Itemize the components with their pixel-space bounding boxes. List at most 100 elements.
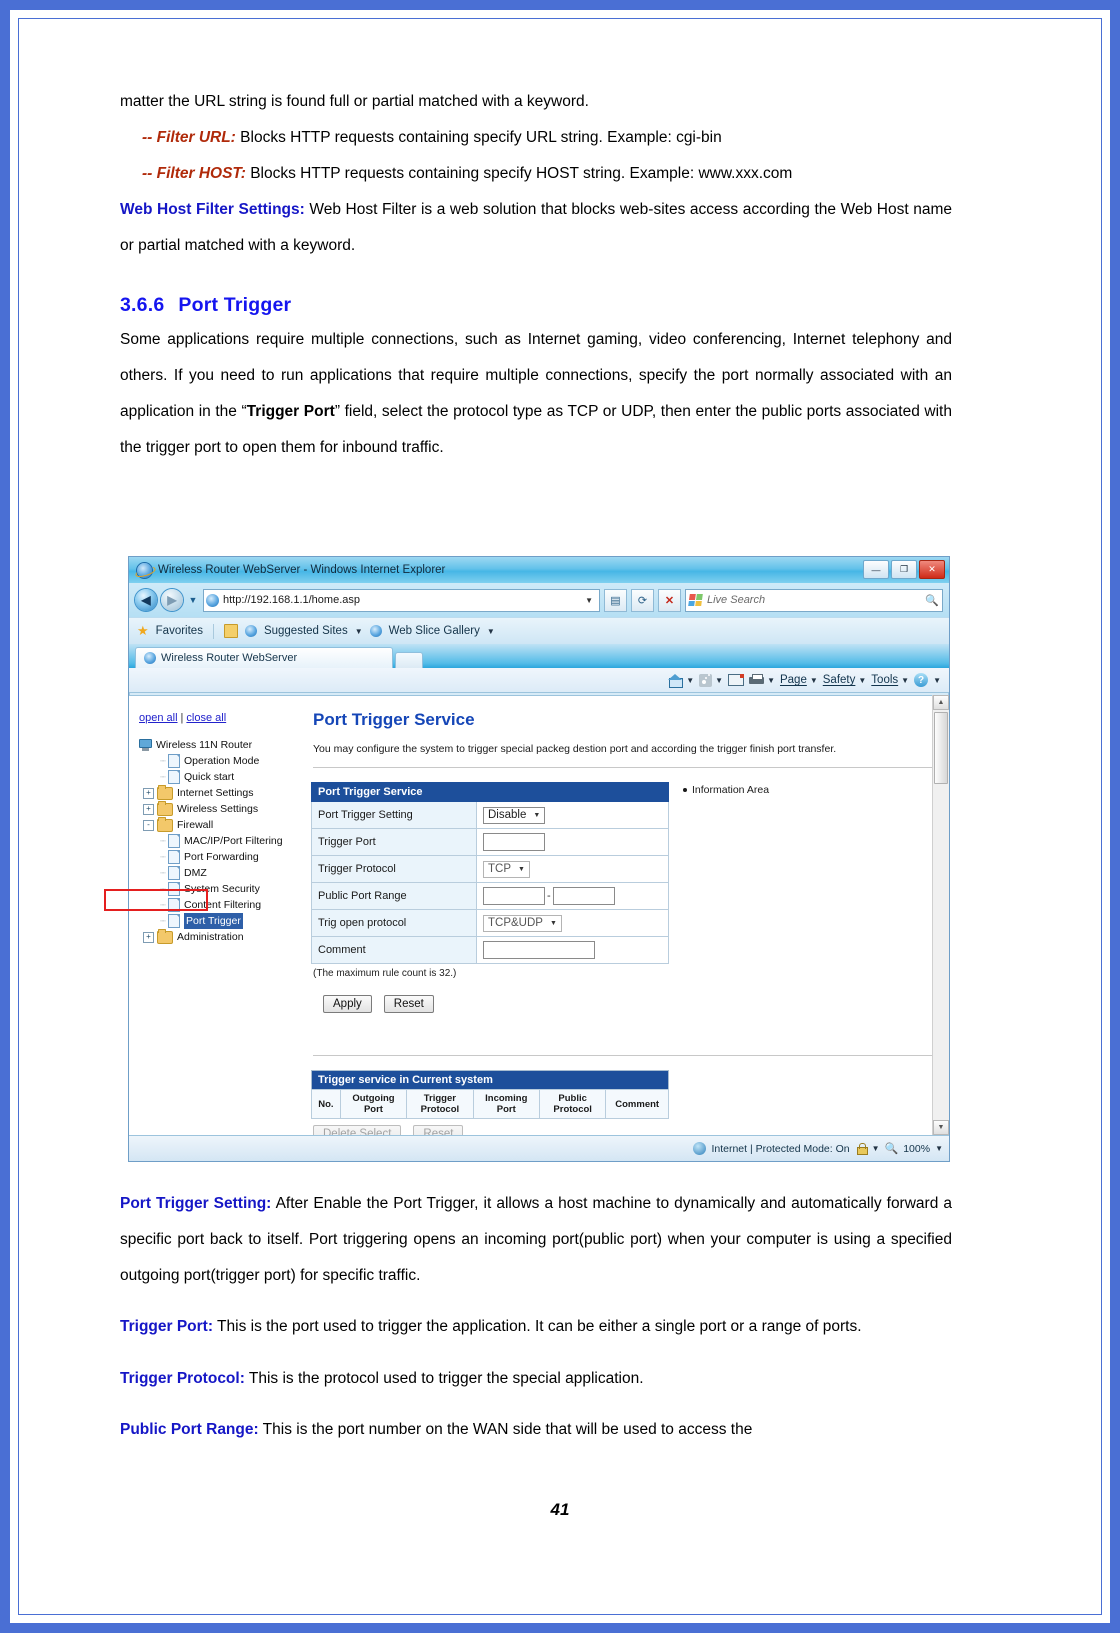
- favorites-bar: ★ Favorites Suggested Sites ▼ Web Slice …: [129, 617, 949, 644]
- scrollbar-thumb[interactable]: [934, 712, 948, 784]
- reset-button[interactable]: Reset: [383, 995, 434, 1013]
- apply-button[interactable]: Apply: [323, 995, 372, 1013]
- public-port-range-start-input[interactable]: [483, 887, 545, 905]
- tree-item-mac-ip-port-filtering[interactable]: ┈ MAC/IP/Port Filtering: [135, 833, 303, 849]
- open-all-link[interactable]: open all: [139, 712, 178, 724]
- frame-tick: [610, 0, 612, 10]
- field-value-cell: Disable ▼: [476, 801, 669, 829]
- tree-item-port-trigger[interactable]: ┈ Port Trigger: [135, 913, 303, 929]
- expander-plus-icon[interactable]: +: [143, 803, 154, 815]
- address-dropdown-icon[interactable]: ▼: [581, 596, 597, 605]
- home-caret-icon[interactable]: ▼: [686, 676, 694, 685]
- page-icon: [168, 770, 180, 784]
- section-number: 3.6.6: [120, 294, 165, 316]
- page-icon: [168, 914, 180, 928]
- browser-tab[interactable]: Wireless Router WebServer: [135, 647, 393, 668]
- refresh-icon[interactable]: ⟳: [631, 588, 654, 612]
- divider: [313, 767, 935, 768]
- page-menu-label: Page: [779, 674, 807, 686]
- suggested-sites-caret-icon[interactable]: ▼: [355, 627, 363, 636]
- public-port-range-end-input[interactable]: [552, 887, 615, 905]
- vertical-scrollbar[interactable]: ▲ ▼: [932, 695, 949, 1135]
- expander-minus-icon[interactable]: -: [143, 819, 154, 831]
- back-button[interactable]: ◀: [135, 589, 157, 611]
- stop-icon[interactable]: ✕: [658, 588, 681, 612]
- page-menu[interactable]: Page ▼: [780, 674, 818, 686]
- expander-plus-icon[interactable]: +: [143, 931, 154, 943]
- web-slice-gallery-label[interactable]: Web Slice Gallery: [389, 625, 480, 637]
- web-host-label: Web Host Filter Settings:: [120, 201, 305, 218]
- search-icon[interactable]: 🔍: [925, 594, 939, 607]
- zoom-control[interactable]: ▼ 🔍 100% ▼: [856, 1142, 943, 1155]
- form-and-info-row: Port Trigger Service Port Trigger Settin…: [311, 782, 949, 1013]
- expander-plus-icon[interactable]: +: [143, 787, 154, 799]
- favorites-label[interactable]: Favorites: [156, 625, 203, 637]
- maximize-button[interactable]: ❐: [891, 560, 917, 579]
- tree-item-operation-mode[interactable]: ┈ Operation Mode: [135, 753, 303, 769]
- close-all-link[interactable]: close all: [186, 712, 226, 724]
- add-to-favorites-icon[interactable]: [223, 624, 238, 638]
- feeds-caret-icon[interactable]: ▼: [715, 676, 723, 685]
- tree-item-wireless-11n-router[interactable]: Wireless 11N Router: [135, 737, 303, 753]
- address-input[interactable]: http://192.168.1.1/home.asp ▼: [203, 588, 600, 612]
- table-banner: Trigger service in Current system: [311, 1070, 669, 1090]
- forward-button[interactable]: ▶: [161, 589, 183, 611]
- recent-pages-caret-icon[interactable]: ▼: [187, 595, 199, 605]
- new-tab-button[interactable]: [395, 652, 423, 668]
- frame-tick: [130, 0, 132, 10]
- print-caret-icon[interactable]: ▼: [767, 676, 775, 685]
- delete-select-button[interactable]: Delete Select: [313, 1125, 402, 1135]
- trigger-protocol-text: This is the protocol used to trigger the…: [244, 1369, 644, 1387]
- web-slice-gallery-icon: [369, 625, 382, 637]
- tab-strip: Wireless Router WebServer: [129, 644, 949, 668]
- column-header-outgoing-port: Outgoing Port: [339, 1089, 408, 1119]
- column-header-comment: Comment: [605, 1089, 669, 1119]
- safety-menu[interactable]: Safety ▼: [823, 674, 867, 686]
- tree-item-firewall[interactable]: - Firewall: [135, 816, 303, 833]
- tree-item-system-security[interactable]: ┈ System Security: [135, 881, 303, 897]
- field-value-cell: -: [476, 882, 669, 910]
- scroll-up-arrow-icon[interactable]: ▲: [933, 695, 949, 710]
- home-button[interactable]: ▼: [668, 673, 694, 688]
- help-caret-icon[interactable]: ▼: [933, 676, 941, 685]
- trigger-port-input[interactable]: [483, 833, 545, 851]
- tree-item-internet-settings[interactable]: + Internet Settings: [135, 784, 303, 801]
- filter-url-label: -- Filter URL:: [142, 129, 236, 146]
- zone-caret-icon[interactable]: ▼: [872, 1144, 880, 1153]
- tree-item-quick-start[interactable]: ┈ Quick start: [135, 769, 303, 785]
- internet-explorer-icon: [137, 562, 152, 578]
- suggested-sites-label[interactable]: Suggested Sites: [264, 625, 348, 637]
- read-mail-button[interactable]: [728, 674, 745, 686]
- tree-line-icon: ┈: [160, 900, 165, 910]
- folder-icon: [157, 928, 173, 944]
- favorites-star-icon: ★: [137, 623, 149, 638]
- trigger-protocol-select[interactable]: TCP ▼: [483, 860, 530, 878]
- field-value-cell: [476, 936, 669, 964]
- print-button[interactable]: ▼: [749, 674, 775, 686]
- tree-item-dmz[interactable]: ┈ DMZ: [135, 865, 303, 881]
- help-icon[interactable]: ?: [914, 673, 929, 687]
- trig-open-protocol-select[interactable]: TCP&UDP ▼: [483, 914, 562, 932]
- tree-item-wireless-settings[interactable]: + Wireless Settings: [135, 800, 303, 817]
- close-button[interactable]: ✕: [919, 560, 945, 579]
- minimize-button[interactable]: —: [863, 560, 889, 579]
- trigger-protocol-paragraph: Trigger Protocol: This is the protocol u…: [120, 1361, 952, 1397]
- comment-input[interactable]: [483, 941, 595, 959]
- search-input[interactable]: Live Search 🔍: [685, 588, 943, 612]
- tab-favicon-icon: [144, 652, 156, 664]
- zoom-caret-icon[interactable]: ▼: [935, 1144, 943, 1153]
- tree-item-administration[interactable]: + Administration: [135, 928, 303, 945]
- scroll-down-arrow-icon[interactable]: ▼: [933, 1120, 949, 1135]
- feeds-button[interactable]: ▼: [699, 673, 723, 687]
- tree-item-port-forwarding[interactable]: ┈ Port Forwarding: [135, 849, 303, 865]
- column-header-public-protocol: Public Protocol: [538, 1089, 607, 1119]
- compatibility-view-icon[interactable]: ▤: [604, 588, 627, 612]
- table-reset-button[interactable]: Reset: [413, 1125, 464, 1135]
- trigger-protocol-label: Trigger Protocol:: [120, 1369, 245, 1387]
- tree-item-content-filtering[interactable]: ┈ Content Filtering: [135, 897, 303, 913]
- tools-menu[interactable]: Tools ▼: [871, 674, 909, 686]
- windows-flag-icon: [688, 594, 703, 606]
- web-slice-caret-icon[interactable]: ▼: [487, 627, 495, 636]
- port-trigger-setting-select[interactable]: Disable ▼: [483, 806, 546, 824]
- web-page-content: open all | close all Wireless 11N Router ┈…: [129, 695, 949, 1135]
